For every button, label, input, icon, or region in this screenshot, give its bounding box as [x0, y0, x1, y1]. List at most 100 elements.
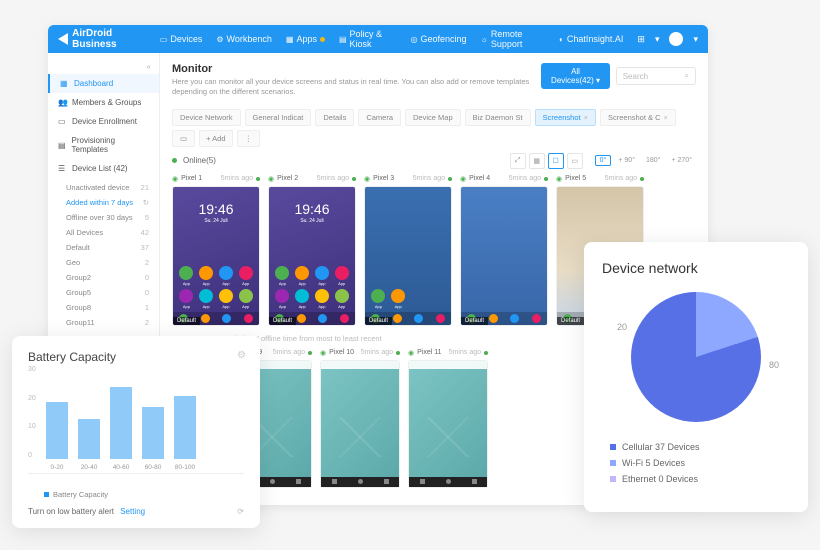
- brand-icon: [58, 33, 68, 45]
- status-dot-icon: [396, 351, 400, 355]
- refresh-icon[interactable]: ⟳: [237, 507, 244, 516]
- network-legend: Cellular 37 Devices Wi-Fi 5 Devices Ethern…: [602, 442, 790, 484]
- pie-label-80: 80: [769, 360, 779, 370]
- tab-more-icon[interactable]: ⋮: [237, 130, 261, 147]
- bar: 40-60: [110, 387, 132, 459]
- apps-icon[interactable]: ⊞: [637, 34, 645, 45]
- network-pie: 20 80: [631, 292, 761, 422]
- tab-biz-daemon-st[interactable]: Biz Daemon St: [465, 109, 531, 126]
- rotation-270[interactable]: + 270°: [667, 157, 696, 164]
- device-screen: AppAppDefault: [364, 186, 452, 326]
- device-card[interactable]: ◉Pixel 35mins agoAppAppDefault: [364, 175, 452, 326]
- sublist-item[interactable]: Added within 7 days↻: [62, 195, 159, 210]
- topbar: AirDroid Business ▭Devices ⚙Workbench ▦App…: [48, 25, 708, 53]
- search-placeholder: Search: [623, 72, 648, 81]
- brand-text: AirDroid Business: [72, 28, 146, 50]
- bar: 60-80: [142, 407, 164, 459]
- tab-details[interactable]: Details: [315, 109, 354, 126]
- device-sublist: Unactivated device21Added within 7 days↻…: [48, 178, 159, 334]
- bar: 20-40: [78, 419, 100, 459]
- sidebar-item-members-groups[interactable]: 👥Members & Groups: [48, 93, 159, 112]
- sublist-item[interactable]: Group50: [62, 285, 159, 300]
- tile-view-icon[interactable]: ▭: [567, 153, 583, 169]
- avatar[interactable]: [669, 32, 683, 46]
- nav-geofencing[interactable]: ◎Geofencing: [410, 34, 466, 44]
- tab-screenshot[interactable]: Screenshot×: [535, 109, 596, 126]
- tab-close-icon[interactable]: ×: [664, 113, 668, 122]
- online-row: Online(5) ⤢ ▦ ☐ ▭ 0° + 90° 180° + 270°: [172, 153, 696, 169]
- device-screen: 19:46Su. 24 JuliAppAppAppAppAppAppAppApp…: [268, 186, 356, 326]
- rotation-0[interactable]: 0°: [595, 155, 612, 166]
- legend-item: Cellular 37 Devices: [610, 442, 790, 452]
- device-card[interactable]: ◉Pixel 25mins ago19:46Su. 24 JuliAppAppA…: [268, 175, 356, 326]
- tab-device-map[interactable]: Device Map: [405, 109, 461, 126]
- battery-alert-row: Turn on low battery alert Setting ⟳: [28, 507, 244, 516]
- sidebar-item-device-list-[interactable]: ☰Device List (42): [48, 159, 159, 178]
- status-dot-icon: [544, 177, 548, 181]
- gear-icon[interactable]: ⚙: [237, 350, 246, 361]
- search-icon: ⌕: [685, 71, 689, 81]
- battery-chart: 01020300-2020-4040-6060-8080-100: [28, 374, 244, 474]
- sublist-item[interactable]: Offline over 30 days5: [62, 210, 159, 225]
- tab-screenshot-c[interactable]: Screenshot & C×: [600, 109, 676, 126]
- rotation-90[interactable]: + 90°: [614, 157, 639, 164]
- sublist-item[interactable]: Group81: [62, 300, 159, 315]
- tab-general-indicat[interactable]: General Indicat: [245, 109, 312, 126]
- legend-item: Wi-Fi 5 Devices: [610, 458, 790, 468]
- expand-icon[interactable]: ⤢: [510, 153, 526, 169]
- nav-policy-kiosk[interactable]: ▤Policy & Kiosk: [339, 29, 396, 49]
- tab-device-network[interactable]: Device Network: [172, 109, 241, 126]
- device-card[interactable]: ◉Pixel 15mins ago19:46Su. 24 JuliAppAppA…: [172, 175, 260, 326]
- status-dot-icon: [308, 351, 312, 355]
- sublist-item[interactable]: Geo2: [62, 255, 159, 270]
- battery-alert-text: Turn on low battery alert: [28, 507, 114, 516]
- collapse-sidebar[interactable]: «: [48, 59, 159, 74]
- nav-chatinsight-ai[interactable]: ◐ChatInsight.AI: [559, 34, 623, 44]
- legend-swatch-icon: [610, 444, 616, 450]
- status-dot-icon: [256, 177, 260, 181]
- device-card[interactable]: ◉Pixel 45mins agoDefault: [460, 175, 548, 326]
- sidebar-item-dashboard[interactable]: ▦Dashboard: [48, 74, 159, 93]
- sublist-item[interactable]: All Devices42: [62, 225, 159, 240]
- sublist-item[interactable]: Group20: [62, 270, 159, 285]
- notification-dot-icon: [320, 37, 325, 42]
- device-screen: [408, 360, 488, 488]
- online-count: Online(5): [183, 156, 216, 165]
- network-card: Device network 20 80 Cellular 37 Devices…: [584, 242, 808, 512]
- device-filter-button[interactable]: All Devices(42) ▾: [541, 63, 609, 89]
- brand: AirDroid Business: [58, 28, 146, 50]
- sublist-item[interactable]: Default37: [62, 240, 159, 255]
- page-desc: Here you can monitor all your device scr…: [172, 77, 541, 97]
- nav-workbench[interactable]: ⚙Workbench: [216, 34, 272, 44]
- tab-close-icon[interactable]: ×: [584, 113, 588, 122]
- bar: 80-100: [174, 396, 196, 459]
- nav-remote-support[interactable]: ☼Remote Support: [480, 29, 545, 49]
- bar: 0-20: [46, 402, 68, 459]
- tab-add-button[interactable]: + Add: [199, 130, 232, 147]
- search-input[interactable]: Search ⌕: [616, 67, 696, 85]
- legend-dot-icon: [44, 492, 49, 497]
- device-card[interactable]: ◉Pixel 105mins ago: [320, 349, 400, 488]
- list-view-icon[interactable]: ☐: [548, 153, 564, 169]
- status-dot-icon: [448, 177, 452, 181]
- rotation-180[interactable]: 180°: [642, 157, 664, 164]
- tabs: Device NetworkGeneral IndicatDetailsCame…: [172, 109, 696, 147]
- network-title: Device network: [602, 260, 790, 276]
- notification-icon[interactable]: ▾: [655, 34, 660, 45]
- sublist-item[interactable]: Group112: [62, 315, 159, 330]
- status-dot-icon: [640, 177, 644, 181]
- sidebar-item-provisioning-templates[interactable]: ▤Provisioning Templates: [48, 131, 159, 159]
- nav-devices[interactable]: ▭Devices: [160, 34, 203, 44]
- sublist-item[interactable]: Unactivated device21: [62, 180, 159, 195]
- battery-setting-link[interactable]: Setting: [120, 507, 145, 516]
- sidebar-item-device-enrollment[interactable]: ▭Device Enrollment: [48, 112, 159, 131]
- tab-camera[interactable]: Camera: [358, 109, 401, 126]
- nav-apps[interactable]: ▦Apps: [286, 34, 325, 44]
- online-dot-icon: [172, 158, 177, 163]
- legend-item: Ethernet 0 Devices: [610, 474, 790, 484]
- legend-swatch-icon: [610, 476, 616, 482]
- device-card[interactable]: ◉Pixel 115mins ago: [408, 349, 488, 488]
- tab-template-icon[interactable]: ▭: [172, 130, 195, 147]
- grid-view-icon[interactable]: ▦: [529, 153, 545, 169]
- user-menu-caret[interactable]: ▾: [693, 34, 698, 45]
